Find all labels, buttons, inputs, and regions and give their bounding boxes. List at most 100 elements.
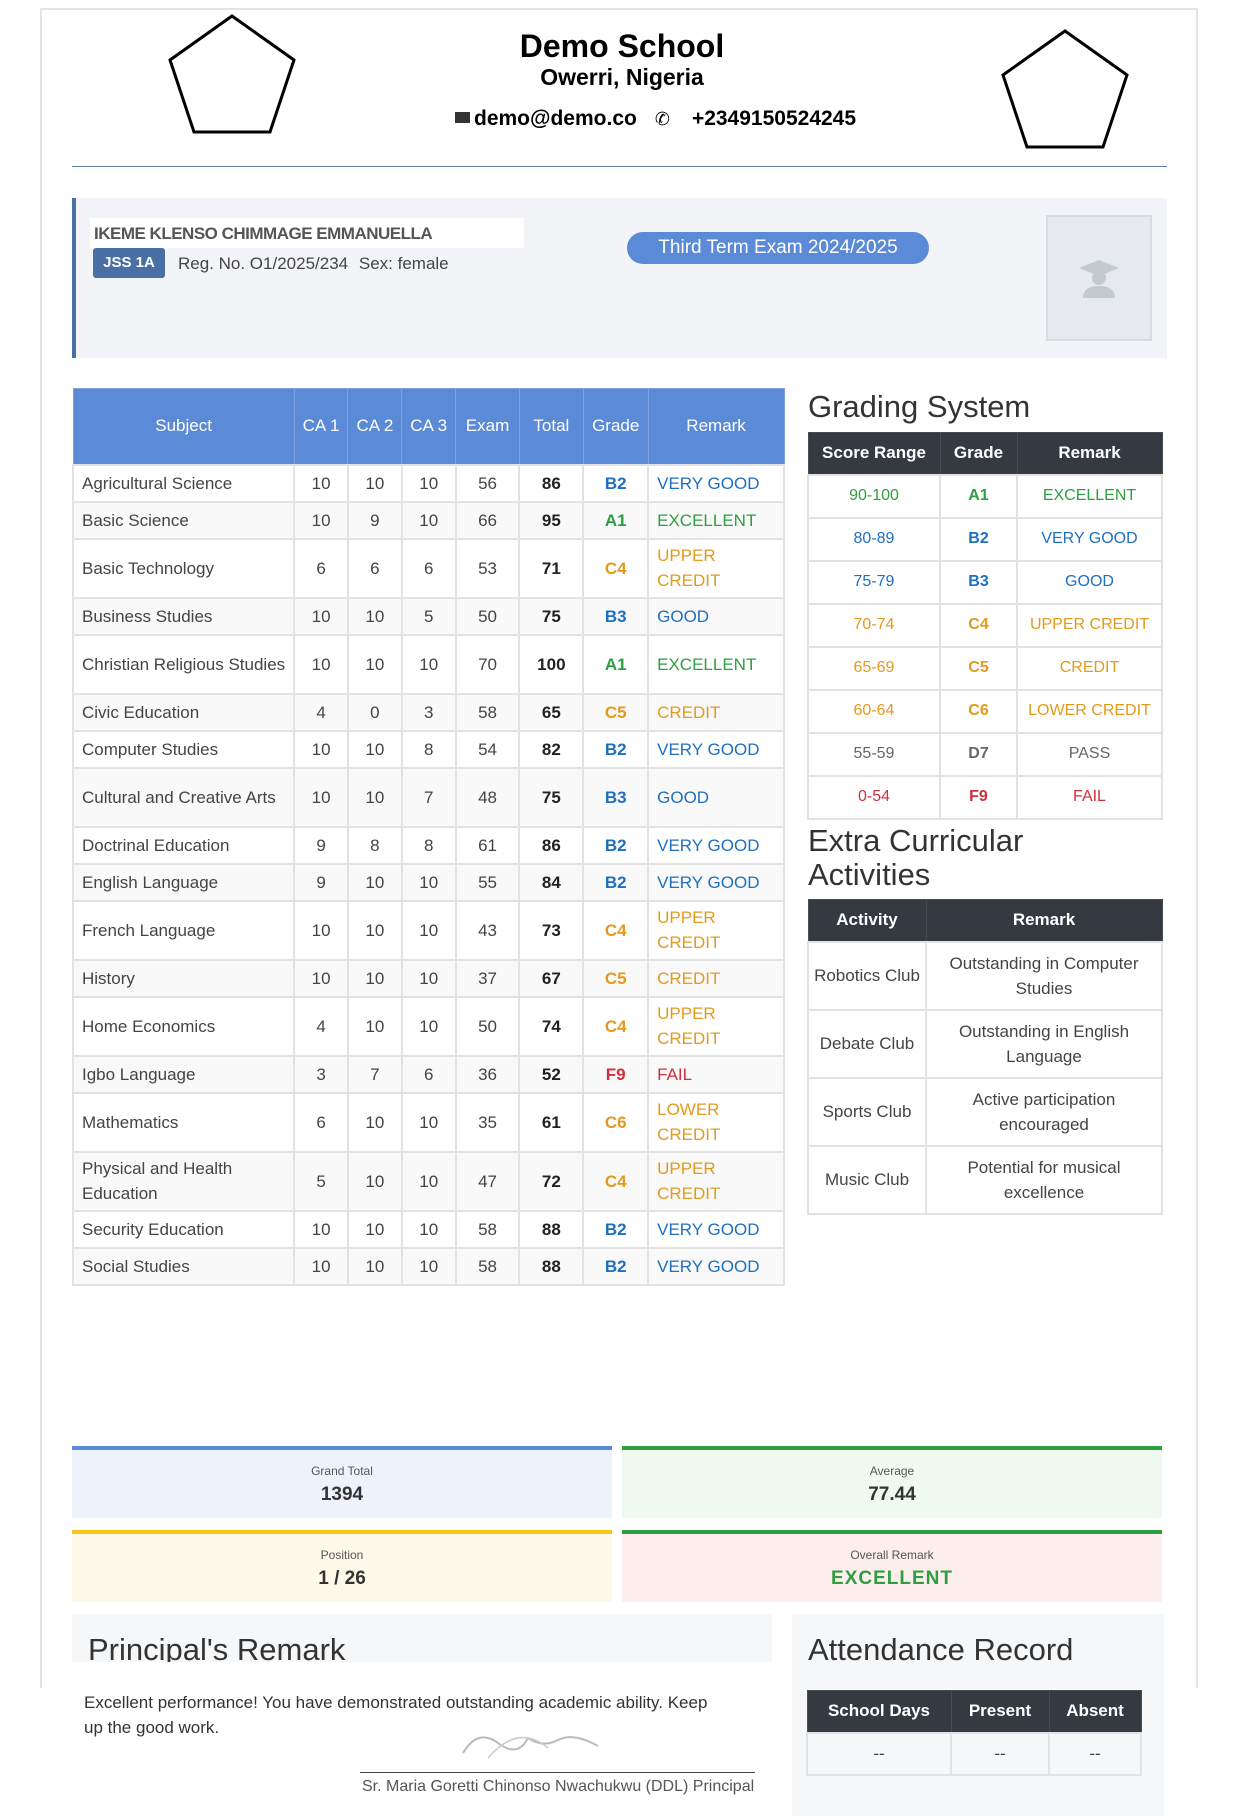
exam-score: 43	[454, 899, 521, 961]
subject-name: History	[71, 958, 296, 998]
position-label: Position	[320, 1548, 364, 1562]
ca2-score: 9	[346, 500, 403, 540]
ca3-score: 10	[400, 633, 457, 695]
grade-value: C4	[582, 995, 650, 1057]
total-score: 86	[518, 825, 585, 865]
activity-remark: Potential for musical excellence	[925, 1144, 1163, 1215]
attendance-row: -- -- --	[806, 1731, 1142, 1776]
col-exam: Exam	[455, 388, 520, 465]
subject-name: Agricultural Science	[71, 463, 296, 503]
activity-name: Robotics Club	[807, 940, 927, 1011]
subjects-table: Subject CA 1 CA 2 CA 3 Exam Total Grade …	[71, 388, 785, 1286]
ca3-score: 10	[400, 500, 457, 540]
ca3-score: 5	[400, 596, 457, 636]
remark-value: CREDIT	[647, 692, 785, 732]
remark-value: UPPER CREDIT	[647, 1150, 785, 1212]
ca3-score: 10	[400, 899, 457, 961]
activities-col-remark: Remark	[925, 899, 1163, 942]
subject-row: Agricultural Science 10 10 10 56 86 B2 VERY GOO…	[71, 463, 785, 503]
ca3-score: 10	[400, 1091, 457, 1153]
subject-row: Physical and Health Education 5 10 10 47 72 C4…	[71, 1150, 785, 1212]
grading-remark: GOOD	[1016, 559, 1163, 605]
signature-line	[360, 1772, 755, 1773]
ca1-score: 10	[293, 463, 349, 503]
total-score: 61	[518, 1091, 585, 1153]
average-label: Average	[869, 1464, 915, 1478]
contact-line: demo@demo.co ✆ +2349150524245	[455, 107, 856, 131]
subject-name: Basic Technology	[71, 537, 296, 599]
subject-name: Cultural and Creative Arts	[71, 766, 296, 828]
ca1-score: 10	[293, 596, 349, 636]
ca2-score: 6	[346, 537, 403, 599]
remark-value: VERY GOOD	[647, 1246, 785, 1286]
subject-row: Basic Science 10 9 10 66 95 A1 EXCELLENT	[71, 500, 785, 540]
student-info-card: IKEME KLENSO CHIMMAGE EMMANUELLA JSS 1A …	[72, 198, 1167, 358]
subject-row: English Language 9 10 10 55 84 B2 VERY GOOD	[71, 862, 785, 902]
grading-remark: LOWER CREDIT	[1016, 688, 1163, 734]
activities-table: Activity Remark Robotics Club Outstanding…	[807, 899, 1163, 1215]
student-photo	[1046, 215, 1152, 341]
grading-remark: EXCELLENT	[1016, 473, 1163, 519]
grading-row: 75-79 B3 GOOD	[807, 559, 1163, 605]
subject-row: Doctrinal Education 9 8 8 61 86 B2 VERY GOOD	[71, 825, 785, 865]
ca2-score: 0	[346, 692, 403, 732]
grading-range: 55-59	[807, 731, 941, 777]
grade-value: A1	[582, 633, 650, 695]
ca2-score: 10	[346, 958, 403, 998]
grand-total-value: 1394	[320, 1484, 364, 1505]
total-score: 71	[518, 537, 585, 599]
student-sex: Sex: female	[358, 254, 449, 273]
header-divider	[72, 166, 1167, 167]
subject-row: Business Studies 10 10 5 50 75 B3 GOOD	[71, 596, 785, 636]
grading-col-range: Score Range	[807, 432, 941, 475]
grade-value: B2	[582, 862, 650, 902]
exam-score: 61	[454, 825, 521, 865]
remark-value: VERY GOOD	[647, 729, 785, 769]
exam-score: 47	[454, 1150, 521, 1212]
ca3-score: 10	[400, 1209, 457, 1249]
envelope-icon	[455, 111, 470, 123]
ca1-score: 3	[293, 1054, 349, 1094]
grand-total-label: Grand Total	[311, 1464, 373, 1478]
grading-grade: C5	[939, 645, 1018, 691]
school-name: Demo School	[519, 28, 725, 64]
ca1-score: 10	[293, 958, 349, 998]
grade-value: B2	[582, 463, 650, 503]
grading-grade: F9	[939, 774, 1018, 820]
exam-score: 48	[454, 766, 521, 828]
total-score: 74	[518, 995, 585, 1057]
ca1-score: 10	[293, 500, 349, 540]
attendance-col-present: Present	[950, 1690, 1050, 1733]
grade-value: C5	[582, 958, 650, 998]
graduate-avatar-icon	[1079, 260, 1119, 298]
grading-row: 70-74 C4 UPPER CREDIT	[807, 602, 1163, 648]
subject-row: Home Economics 4 10 10 50 74 C4 UPPER CREDIT	[71, 995, 785, 1057]
subject-row: Mathematics 6 10 10 35 61 C6 LOWER CREDIT	[71, 1091, 785, 1153]
exam-score: 58	[454, 1246, 521, 1286]
grade-value: F9	[582, 1054, 650, 1094]
exam-score: 53	[454, 537, 521, 599]
attendance-present-value: --	[950, 1731, 1050, 1776]
grading-remark: VERY GOOD	[1016, 516, 1163, 562]
average-value: 77.44	[868, 1484, 916, 1505]
ca2-score: 10	[346, 1209, 403, 1249]
remark-value: GOOD	[647, 596, 785, 636]
remark-value: UPPER CREDIT	[647, 537, 785, 599]
grading-grade: B2	[939, 516, 1018, 562]
ca3-score: 8	[400, 825, 457, 865]
ca1-score: 9	[293, 825, 349, 865]
subject-row: Social Studies 10 10 10 58 88 B2 VERY GOOD	[71, 1246, 785, 1286]
student-name: IKEME KLENSO CHIMMAGE EMMANUELLA	[90, 218, 524, 248]
grading-grade: A1	[939, 473, 1018, 519]
ca2-score: 10	[346, 463, 403, 503]
attendance-col-days: School Days	[806, 1690, 952, 1733]
col-subject: Subject	[72, 388, 295, 465]
position-value: 1 / 26	[318, 1568, 366, 1589]
ca1-score: 6	[293, 1091, 349, 1153]
remark-value: EXCELLENT	[647, 633, 785, 695]
exam-score: 37	[454, 958, 521, 998]
subject-row: Basic Technology 6 6 6 53 71 C4 UPPER CREDIT	[71, 537, 785, 599]
ca3-score: 6	[400, 1054, 457, 1094]
activity-row: Music Club Potential for musical excellen…	[807, 1144, 1163, 1215]
grading-grade: B3	[939, 559, 1018, 605]
